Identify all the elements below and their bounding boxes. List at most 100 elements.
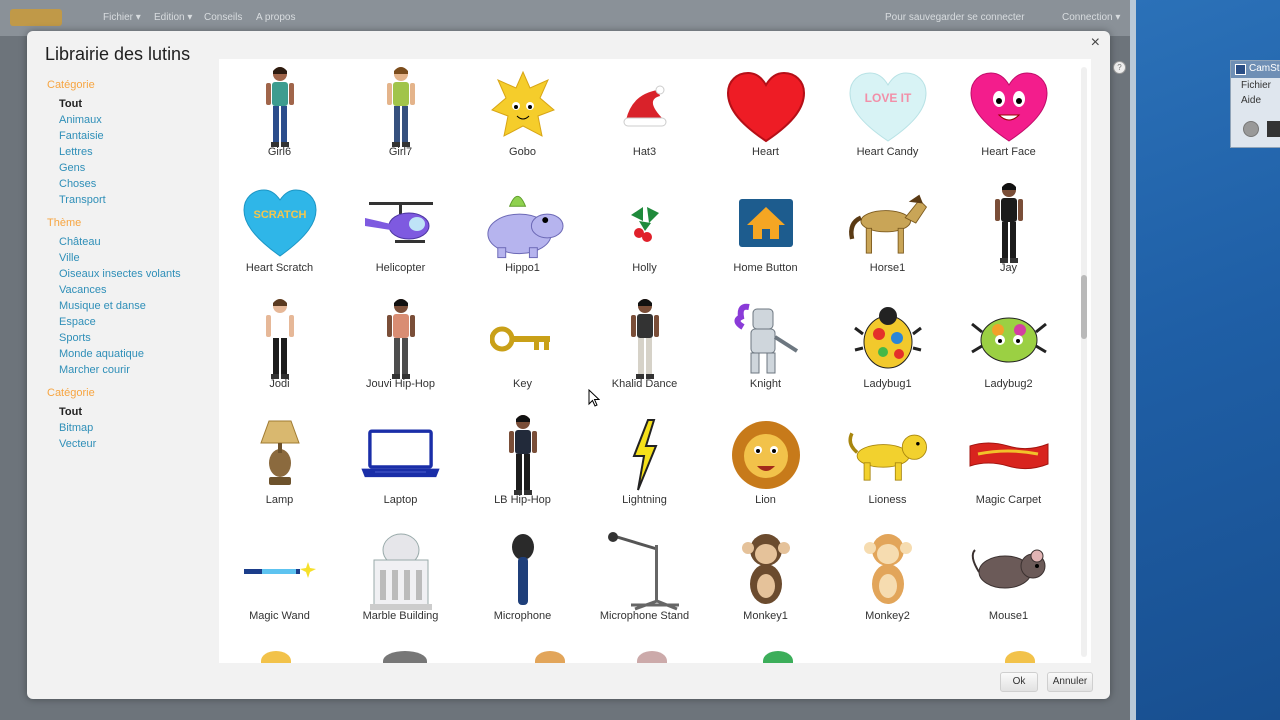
sprite-name: Microphone Stand [599,610,690,622]
type-item[interactable]: Tout [47,404,227,420]
partial-sprite-tile[interactable] [383,651,427,663]
sprite-tile[interactable]: LB Hip-Hop [462,410,583,526]
sprite-tile[interactable]: Magic Carpet [948,410,1069,526]
sprite-tile[interactable]: Hippo1 [462,178,583,294]
theme-item[interactable]: Vacances [47,282,227,298]
lion-icon [723,414,808,496]
sprite-tile[interactable]: Magic Wand [219,526,340,642]
sprite-tile[interactable]: Key [462,294,583,410]
mouse-icon [966,530,1051,612]
sprite-tile[interactable]: LOVE IT Heart Candy [827,62,948,178]
menu-about[interactable]: A propos [256,12,295,23]
svg-text:LOVE IT: LOVE IT [864,91,911,105]
sprite-grid[interactable]: Girl6 Girl7 Gobo Hat3 Heart LOVE IT Heart Can… [219,59,1091,663]
pause-button[interactable] [1267,121,1280,137]
partial-sprite-tile[interactable] [637,651,667,663]
sprite-tile[interactable]: Microphone [462,526,583,642]
sprite-tile[interactable]: Lioness [827,410,948,526]
girl-sitting-icon [358,66,443,148]
menu-file[interactable]: Fichier ▾ [103,12,141,23]
theme-item[interactable]: Château [47,234,227,250]
menu-tips[interactable]: Conseils [204,12,242,23]
camstudio-icon [1235,64,1246,75]
sprite-tile[interactable]: Mouse1 [948,526,1069,642]
standing-man-icon [602,298,687,380]
sprite-tile[interactable]: Microphone Stand [584,526,705,642]
sprite-tile[interactable]: Helicopter [340,178,461,294]
theme-item[interactable]: Monde aquatique [47,346,227,362]
sprite-tile[interactable]: Ladybug1 [827,294,948,410]
partial-sprite-tile[interactable] [261,651,291,663]
sprite-tile[interactable]: Jay [948,178,1069,294]
sprite-tile[interactable]: Girl7 [340,62,461,178]
sprite-name: Helicopter [375,262,426,274]
ok-button[interactable]: Ok [1000,672,1038,692]
sprite-tile[interactable]: Hat3 [584,62,705,178]
category-item[interactable]: Fantaisie [47,128,227,144]
camstudio-menu-file[interactable]: Fichier [1231,78,1280,93]
sprite-tile[interactable]: Home Button [705,178,826,294]
key-icon [480,298,565,380]
dancer-girl-icon [237,298,322,380]
menu-edit[interactable]: Edition ▾ [154,12,192,23]
category-item[interactable]: Transport [47,192,227,208]
connect-menu[interactable]: Connection ▾ [1062,12,1120,23]
category-item[interactable]: Animaux [47,112,227,128]
category-item[interactable]: Tout [47,96,227,112]
monkey-light-icon [845,530,930,612]
record-button[interactable] [1243,121,1259,137]
camstudio-window[interactable]: CamSt Fichier Aide [1230,60,1280,148]
theme-item[interactable]: Musique et danse [47,298,227,314]
lamp-icon [237,414,322,496]
cancel-button[interactable]: Annuler [1047,672,1093,692]
category-item[interactable]: Choses [47,176,227,192]
theme-item[interactable]: Sports [47,330,227,346]
sprite-tile[interactable]: Jodi [219,294,340,410]
camstudio-menu-help[interactable]: Aide [1231,93,1280,108]
sprite-tile[interactable]: Marble Building [340,526,461,642]
signin-prompt[interactable]: Pour sauvegarder se connecter [885,12,1025,23]
theme-item[interactable]: Oiseaux insectes volants [47,266,227,282]
grid-scrollbar[interactable] [1081,67,1087,657]
theme-item[interactable]: Ville [47,250,227,266]
category-heading: Catégorie [47,79,95,91]
sprite-tile[interactable]: Lion [705,410,826,526]
mic-stand-icon [602,530,687,612]
sprite-tile[interactable]: Gobo [462,62,583,178]
theme-item[interactable]: Marcher courir [47,362,227,378]
sprite-name: Monkey1 [743,610,788,622]
sprite-tile[interactable]: Girl6 [219,62,340,178]
scratch-logo[interactable] [10,9,62,26]
sprite-tile[interactable]: Heart [705,62,826,178]
partial-sprite-tile[interactable] [535,651,565,663]
hiphop-woman-icon [480,414,565,496]
close-icon[interactable]: × [1091,34,1100,52]
theme-item[interactable]: Espace [47,314,227,330]
sprite-tile[interactable]: Knight [705,294,826,410]
sprite-tile[interactable]: Monkey2 [827,526,948,642]
category-item[interactable]: Lettres [47,144,227,160]
partial-sprite-tile[interactable] [763,651,793,663]
sprite-tile[interactable]: Ladybug2 [948,294,1069,410]
sprite-tile[interactable]: Lamp [219,410,340,526]
partial-sprite-tile[interactable] [1005,651,1035,663]
sprite-name: Heart [752,146,779,158]
sprite-tile[interactable]: Lightning [584,410,705,526]
sprite-tile[interactable]: Jouvi Hip-Hop [340,294,461,410]
sprite-name: Jouvi Hip-Hop [365,378,436,390]
sprite-name: Heart Face [981,146,1036,158]
help-icon[interactable]: ? [1113,61,1126,74]
sprite-name: Microphone [493,610,552,622]
scrollbar-thumb[interactable] [1081,275,1087,339]
sprite-tile[interactable]: SCRATCH Heart Scratch [219,178,340,294]
sprite-tile[interactable]: Holly [584,178,705,294]
sprite-tile[interactable]: Heart Face [948,62,1069,178]
girl-figure-icon [237,66,322,148]
type-item[interactable]: Bitmap [47,420,227,436]
sprite-tile[interactable]: Horse1 [827,178,948,294]
category-item[interactable]: Gens [47,160,227,176]
sprite-tile[interactable]: Laptop [340,410,461,526]
type-item[interactable]: Vecteur [47,436,227,452]
sprite-tile[interactable]: Monkey1 [705,526,826,642]
sprite-tile[interactable]: Khalid Dance [584,294,705,410]
